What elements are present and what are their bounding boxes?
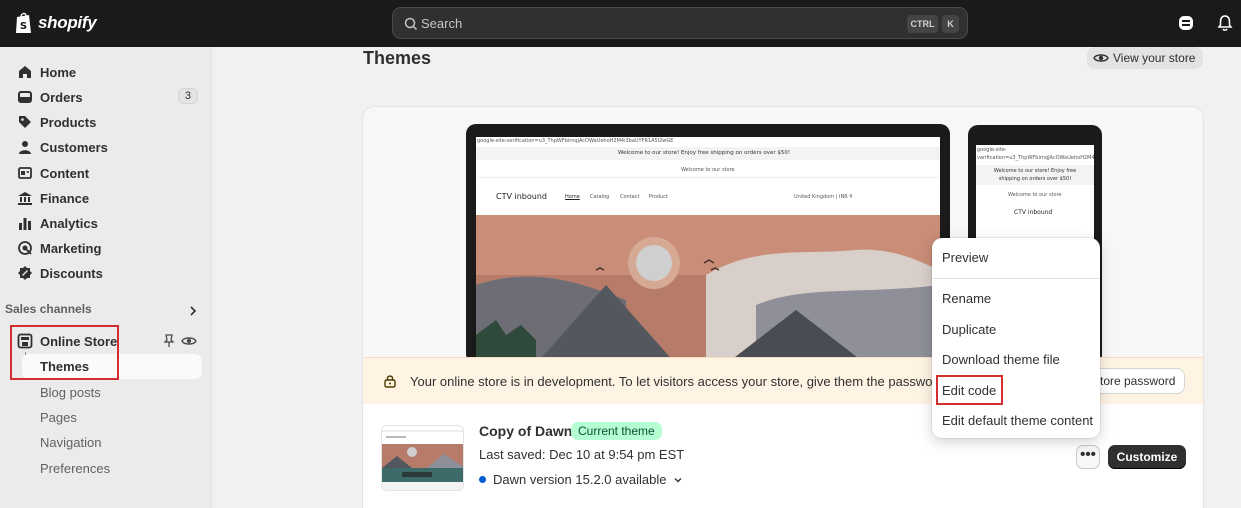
sales-channels-title: Sales channels [5, 302, 92, 316]
preview-store-name: CTV inbound [496, 192, 547, 201]
chevron-right-icon[interactable] [186, 304, 200, 318]
person-icon [19, 141, 31, 154]
shortcut-ctrl-key: CTRL [907, 15, 938, 33]
sidebar-item-label: Discounts [40, 265, 103, 281]
store-password-button[interactable]: tore password [1087, 368, 1185, 394]
preview-nav-contact: Contact [620, 194, 640, 200]
sidebar-item-orders[interactable]: Orders 3 [8, 85, 204, 109]
sidebar: Home Orders 3 Products Customers Content… [0, 47, 212, 508]
mobile-announcement: Welcome to our store! Enjoy free shippin… [993, 168, 1077, 182]
pin-icon[interactable] [161, 333, 177, 349]
menu-divider [932, 278, 1100, 279]
shortcut-k-key: K [942, 15, 959, 33]
preview-divider [476, 177, 940, 178]
last-saved-text: Last saved: Dec 10 at 9:54 pm EST [479, 447, 685, 462]
eye-icon[interactable] [181, 333, 197, 349]
sidebar-item-content[interactable]: Content [8, 161, 204, 185]
preview-nav-catalog: Catalog [590, 194, 610, 200]
desktop-preview: google-site-verification=u3_ThpWFbirnqjA… [466, 124, 950, 364]
current-theme-badge: Current theme [571, 422, 662, 440]
mobile-verification-text: google-site-verification=u3_ThpWFbirnqjA… [977, 147, 1094, 161]
mobile-welcome: Welcome to our store [1008, 192, 1062, 198]
view-store-label: View your store [1113, 51, 1196, 65]
store-switcher-icon[interactable] [1177, 14, 1195, 32]
eye-icon [1093, 54, 1109, 62]
development-banner-text: Your online store is in development. To … [410, 374, 948, 389]
sidebar-item-label: Analytics [40, 215, 98, 231]
menu-item-preview[interactable]: Preview [942, 250, 988, 265]
menu-item-download-theme-file[interactable]: Download theme file [942, 352, 1060, 367]
sidebar-item-label: Orders [40, 89, 83, 105]
sidebar-item-label: Customers [40, 139, 108, 155]
menu-item-duplicate[interactable]: Duplicate [942, 322, 996, 337]
sidebar-item-label: Finance [40, 190, 90, 206]
theme-thumbnail[interactable] [381, 425, 464, 491]
lock-icon [384, 375, 396, 388]
sidebar-item-analytics[interactable]: Analytics [8, 211, 204, 235]
target-icon [18, 241, 32, 255]
theme-actions-menu: Preview Rename Duplicate Download theme … [932, 238, 1100, 438]
mobile-store-name: CTV inbound [1014, 209, 1053, 216]
sidebar-item-label: Marketing [40, 240, 102, 256]
sidebar-item-label: Content [40, 165, 90, 181]
theme-version-text: Dawn version 15.2.0 available [493, 472, 667, 487]
bell-icon[interactable] [1216, 14, 1234, 32]
bank-icon [18, 192, 32, 205]
discount-icon [18, 266, 32, 280]
view-store-button[interactable]: View your store [1087, 47, 1203, 69]
preview-hero-illustration [476, 215, 940, 364]
bar-chart-icon [19, 218, 31, 230]
more-actions-button[interactable]: ••• [1076, 445, 1100, 469]
top-bar: S shopify Search CTRL K [0, 0, 1241, 47]
preview-nav-home: Home [565, 194, 580, 200]
theme-thumbnail-image [382, 426, 463, 490]
sidebar-item-pages[interactable]: Pages [40, 410, 77, 425]
preview-nav-product: Product [649, 194, 668, 200]
sidebar-item-blog-posts[interactable]: Blog posts [40, 385, 101, 400]
chevron-down-icon [674, 477, 682, 482]
search-placeholder: Search [421, 16, 463, 31]
store-password-label: tore password [1100, 374, 1176, 388]
sidebar-item-preferences[interactable]: Preferences [40, 461, 110, 476]
customize-button[interactable]: Customize [1108, 445, 1186, 469]
svg-text:S: S [20, 21, 27, 32]
content-icon [18, 167, 32, 179]
preview-announcement: Welcome to our store! Enjoy free shippin… [618, 150, 791, 156]
logo-text: shopify [38, 13, 97, 32]
page-title: Themes [363, 48, 432, 68]
search-input[interactable]: Search CTRL K [392, 7, 968, 39]
highlight-box-edit-code [936, 375, 1003, 405]
sidebar-item-label: Products [40, 114, 97, 130]
tag-icon [19, 116, 31, 128]
preview-verification-text: google-site-verification=u3_ThpWFbirnqjA… [477, 138, 674, 144]
theme-name: Copy of Dawn [479, 423, 573, 439]
orders-icon [18, 91, 32, 103]
sidebar-item-finance[interactable]: Finance [8, 186, 204, 210]
preview-region: United Kingdom | INR ₹ [794, 194, 853, 200]
desktop-preview-screen: google-site-verification=u3_ThpWFbirnqjA… [476, 137, 940, 364]
sidebar-item-label: Home [40, 64, 77, 80]
shopify-logo[interactable]: S shopify [14, 11, 97, 35]
menu-item-rename[interactable]: Rename [942, 291, 991, 306]
menu-item-edit-default-theme-content[interactable]: Edit default theme content [942, 413, 1093, 428]
sidebar-item-products[interactable]: Products [8, 110, 204, 134]
orders-count-badge: 3 [177, 88, 198, 104]
sidebar-item-navigation[interactable]: Navigation [40, 435, 101, 450]
sidebar-item-marketing[interactable]: Marketing [8, 236, 204, 260]
status-dot [479, 476, 486, 483]
sidebar-item-customers[interactable]: Customers [8, 135, 204, 159]
theme-version-dropdown[interactable]: Dawn version 15.2.0 available [479, 472, 684, 487]
search-icon [404, 17, 418, 31]
sidebar-item-home[interactable]: Home [8, 60, 204, 84]
shopify-bag-icon: S [16, 12, 31, 33]
home-icon [19, 66, 31, 78]
preview-welcome: Welcome to our store [681, 167, 735, 173]
sidebar-item-discounts[interactable]: Discounts [8, 261, 204, 285]
highlight-box-online-store [10, 325, 119, 380]
